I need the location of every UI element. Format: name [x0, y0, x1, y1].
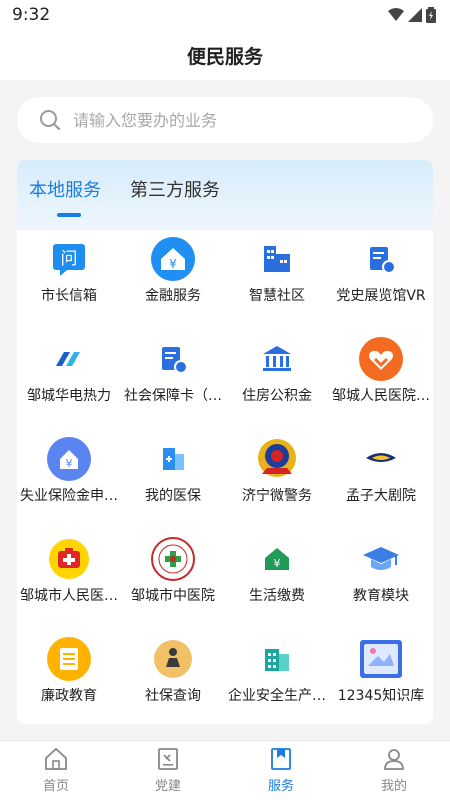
- svg-text:问: 问: [61, 249, 78, 269]
- status-icons: [388, 7, 436, 23]
- nav-label: 服务: [267, 779, 294, 794]
- enterprise-building-icon: [265, 649, 289, 671]
- service-label: 社保查询: [145, 688, 201, 704]
- status-bar: 9:32: [0, 0, 450, 30]
- service-label: 我的医保: [145, 488, 201, 504]
- bottom-tab-bar: 首页 党建 服务 我的: [0, 740, 450, 800]
- nav-label: 首页: [42, 779, 69, 794]
- service-item-zoucheng-people-hospital[interactable]: 邹城市人民医…: [17, 530, 121, 630]
- service-item-enterprise-safety[interactable]: 企业安全生产…: [225, 630, 329, 724]
- service-label: 住房公积金: [242, 388, 312, 404]
- service-label: 邹城人民医院…: [332, 388, 430, 404]
- service-label: 12345知识库: [337, 688, 425, 704]
- police-emblem-icon: [258, 439, 296, 477]
- service-label: 邹城市人民医…: [20, 588, 118, 604]
- service-item-utility-payment[interactable]: ¥ 生活缴费: [225, 530, 329, 630]
- service-label: 孟子大剧院: [346, 488, 416, 504]
- service-item-huadian-heating[interactable]: 邹城华电热力: [17, 330, 121, 430]
- signal-icon: [408, 8, 422, 22]
- tab-third-party-services[interactable]: 第三方服务: [130, 176, 220, 202]
- nav-item-home[interactable]: 首页: [0, 741, 112, 800]
- service-item-party-history-vr[interactable]: 党史展览馆VR: [329, 230, 433, 330]
- search-input[interactable]: [73, 110, 373, 130]
- unemployment-yuan-icon: ¥: [47, 437, 91, 481]
- wifi-icon: [388, 8, 404, 21]
- svg-text:¥: ¥: [274, 557, 281, 570]
- service-item-mayor-mailbox[interactable]: 问 市长信箱: [17, 230, 121, 330]
- hospital-heart-icon: [359, 337, 403, 381]
- first-aid-kit-icon: [49, 539, 89, 579]
- search-section: [0, 80, 450, 144]
- search-box[interactable]: [17, 97, 433, 143]
- page-title: 便民服务: [186, 46, 263, 68]
- title-bar: 便民服务: [0, 30, 450, 80]
- svg-text:¥: ¥: [66, 457, 73, 470]
- knowledge-base-icon: [360, 640, 402, 678]
- service-item-12345-knowledge-base[interactable]: 12345知识库: [329, 630, 433, 724]
- service-label: 生活缴费: [249, 588, 305, 604]
- service-label: 社会保障卡（…: [124, 388, 222, 404]
- search-icon: [40, 110, 61, 131]
- home-icon: [45, 747, 67, 770]
- service-item-unemployment-insurance[interactable]: ¥ 失业保险金申…: [17, 430, 121, 530]
- person-query-icon: [154, 640, 192, 678]
- service-item-housing-fund[interactable]: 住房公积金: [225, 330, 329, 430]
- service-label: 党史展览馆VR: [336, 288, 426, 304]
- service-label: 金融服务: [145, 288, 201, 304]
- service-label: 失业保险金申…: [20, 488, 118, 504]
- service-item-zoucheng-hospital[interactable]: 邹城人民医院…: [329, 330, 433, 430]
- profile-icon: [384, 749, 404, 770]
- service-label: 市长信箱: [41, 288, 97, 304]
- service-label: 济宁微警务: [242, 488, 312, 504]
- nav-item-party-building[interactable]: 党建: [112, 741, 224, 800]
- service-item-integrity-education[interactable]: 廉政教育: [17, 630, 121, 724]
- service-label: 邹城华电热力: [27, 388, 111, 404]
- service-item-education-module[interactable]: 教育模块: [329, 530, 433, 630]
- nav-item-profile[interactable]: 我的: [338, 741, 450, 800]
- tab-local-services[interactable]: 本地服务: [29, 176, 101, 202]
- services-panel: 本地服务 第三方服务 问 市长信箱 ¥ 金融服务 智慧社区 党史展览馆VR 邹城…: [17, 160, 433, 724]
- status-time: 9:32: [12, 5, 51, 25]
- service-label: 教育模块: [353, 588, 409, 604]
- service-item-social-security-query[interactable]: 社保查询: [121, 630, 225, 724]
- medical-insurance-icon: [163, 448, 184, 470]
- nav-label: 党建: [154, 779, 181, 794]
- yuan-home-icon: ¥: [151, 237, 195, 281]
- active-tab-indicator: [57, 213, 81, 217]
- service-item-social-security-card[interactable]: 社会保障卡（…: [121, 330, 225, 430]
- social-card-icon: [162, 347, 188, 374]
- svg-text:¥: ¥: [169, 257, 177, 271]
- service-item-jining-police[interactable]: 济宁微警务: [225, 430, 329, 530]
- tcm-hospital-seal-icon: [151, 537, 195, 581]
- nav-label: 我的: [380, 779, 407, 794]
- clipboard-icon: [47, 637, 91, 681]
- huadian-logo-icon: [56, 352, 80, 366]
- service-item-zoucheng-tcm-hospital[interactable]: 邹城市中医院: [121, 530, 225, 630]
- service-label: 廉政教育: [41, 688, 97, 704]
- mailbox-question-icon: 问: [53, 244, 85, 276]
- buildings-icon: [264, 246, 290, 272]
- service-item-my-medical-insurance[interactable]: 我的医保: [121, 430, 225, 530]
- graduation-cap-icon: [363, 547, 399, 570]
- service-label: 企业安全生产…: [228, 688, 326, 704]
- nav-item-service[interactable]: 服务: [225, 741, 337, 800]
- service-item-mencius-theater[interactable]: 孟子大剧院: [329, 430, 433, 530]
- service-label: 智慧社区: [249, 288, 305, 304]
- payment-house-icon: ¥: [265, 548, 289, 570]
- document-badge-icon: [370, 247, 396, 274]
- service-item-finance[interactable]: ¥ 金融服务: [121, 230, 225, 330]
- service-item-smart-community[interactable]: 智慧社区: [225, 230, 329, 330]
- service-tabs: 本地服务 第三方服务: [17, 160, 433, 230]
- service-label: 邹城市中医院: [131, 588, 215, 604]
- bank-building-icon: [263, 346, 291, 371]
- service-bookmark-icon: [271, 748, 291, 770]
- battery-icon: [426, 7, 436, 23]
- theater-logo-icon: [366, 453, 396, 462]
- party-building-icon: [158, 748, 178, 770]
